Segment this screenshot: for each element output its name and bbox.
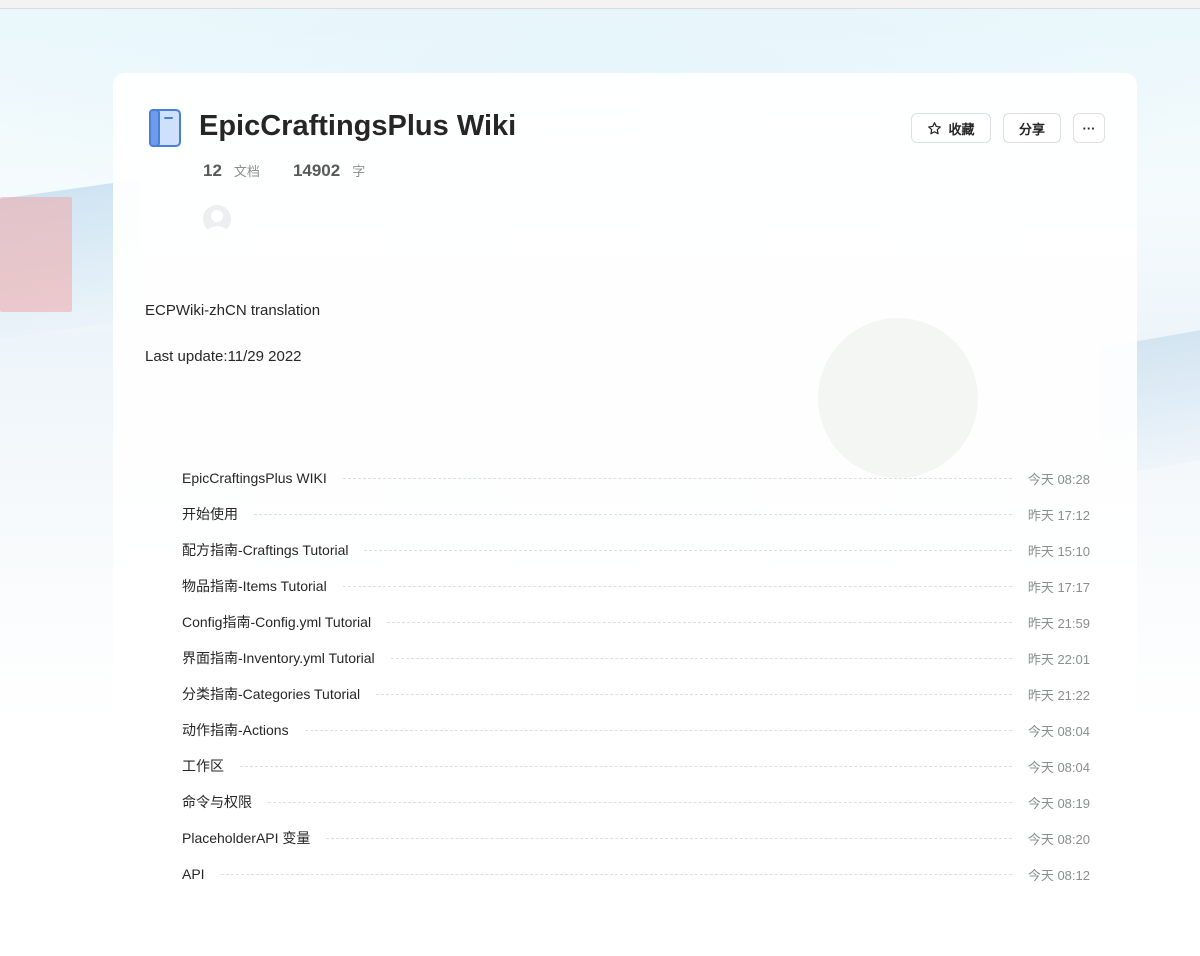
toc-item-time: 昨天 15:10 [1027,543,1090,559]
doc-count: 12 [203,161,222,180]
toc-item-title[interactable]: PlaceholderAPI 变量 [182,828,310,848]
toc-item-title[interactable]: API [182,866,205,882]
description-line-2: Last update:11/29 2022 [145,348,302,365]
toc-leader [342,477,1012,479]
toc-item-time: 昨天 21:22 [1027,687,1090,703]
share-label: 分享 [1018,121,1045,137]
toc-item-time: 今天 08:04 [1027,723,1090,739]
toc-item-title[interactable]: EpicCraftingsPlus WIKI [182,470,327,486]
toc-leader [268,801,1012,803]
book-card: EpicCraftingsPlus Wiki 12 文档 14902 字 收藏 … [113,73,1137,956]
toc-item-time: 今天 08:12 [1027,867,1090,883]
book-icon [149,109,181,147]
toc-leader [220,873,1012,875]
toc-item-title[interactable]: 配方指南-Craftings Tutorial [182,540,348,560]
toc-item-time: 昨天 17:12 [1027,507,1090,523]
toc-item-title[interactable]: 分类指南-Categories Tutorial [182,684,360,704]
toc-item-time: 昨天 22:01 [1027,651,1090,667]
browser-top-edge [0,0,1200,9]
more-dots-icon: ··· [1082,120,1096,136]
toc-item[interactable]: Config指南-Config.yml Tutorial 昨天 21:59 [182,604,1090,640]
word-count-label: 字 [352,164,366,179]
doc-count-label: 文档 [233,164,260,179]
toc-item-title[interactable]: 动作指南-Actions [182,720,289,740]
toc-leader [304,729,1012,731]
book-stats: 12 文档 14902 字 [203,161,365,181]
toc-item[interactable]: 界面指南-Inventory.yml Tutorial 昨天 22:01 [182,640,1090,676]
toc-item[interactable]: 分类指南-Categories Tutorial 昨天 21:22 [182,676,1090,712]
toc-item[interactable]: 工作区 今天 08:04 [182,748,1090,784]
table-of-contents: EpicCraftingsPlus WIKI 今天 08:28 开始使用 昨天 17… [182,460,1090,892]
toc-leader [387,621,1012,623]
toc-item-title[interactable]: Config指南-Config.yml Tutorial [182,612,371,632]
toc-item-title[interactable]: 物品指南-Items Tutorial [182,576,327,596]
book-title: EpicCraftingsPlus Wiki [199,110,517,142]
toc-leader [364,549,1012,551]
toc-item[interactable]: PlaceholderAPI 变量 今天 08:20 [182,820,1090,856]
toc-item-title[interactable]: 工作区 [182,756,224,776]
toc-leader [342,585,1012,587]
toc-leader [376,693,1012,695]
toc-item-title[interactable]: 开始使用 [182,504,238,524]
background-red-block [0,197,72,312]
toc-item[interactable]: 配方指南-Craftings Tutorial 昨天 15:10 [182,532,1090,568]
favorite-label: 收藏 [948,121,975,137]
toc-item[interactable]: EpicCraftingsPlus WIKI 今天 08:28 [182,460,1090,496]
share-button[interactable]: 分享 [1003,113,1061,143]
toc-item[interactable]: 动作指南-Actions 今天 08:04 [182,712,1090,748]
favorite-button[interactable]: 收藏 [911,113,991,143]
toc-item[interactable]: API 今天 08:12 [182,856,1090,892]
toc-item-time: 今天 08:20 [1027,831,1090,847]
toc-item-time: 昨天 21:59 [1027,615,1090,631]
toc-item-time: 今天 08:04 [1027,759,1090,775]
toc-item-time: 昨天 17:17 [1027,579,1090,595]
toc-item-title[interactable]: 界面指南-Inventory.yml Tutorial [182,648,375,668]
toc-item-time: 今天 08:19 [1027,795,1090,811]
toc-leader [326,837,1012,839]
word-count: 14902 [292,161,341,180]
toc-item-time: 今天 08:28 [1027,471,1090,487]
toc-item-title[interactable]: 命令与权限 [182,792,252,812]
toc-leader [390,657,1012,659]
description-line-1: ECPWiki-zhCN translation [145,302,321,319]
more-button[interactable]: ··· [1073,113,1105,143]
toc-item[interactable]: 开始使用 昨天 17:12 [182,496,1090,532]
toc-leader [254,513,1012,515]
toc-item[interactable]: 命令与权限 今天 08:19 [182,784,1090,820]
star-outline-icon [928,121,942,134]
toc-leader [240,765,1012,767]
user-avatar[interactable] [203,205,231,233]
toc-item[interactable]: 物品指南-Items Tutorial 昨天 17:17 [182,568,1090,604]
background-circle [818,318,978,478]
